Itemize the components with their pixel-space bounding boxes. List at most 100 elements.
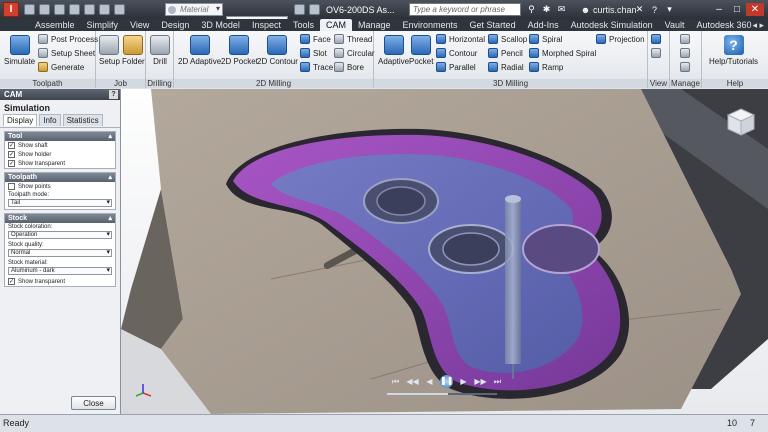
tab-vault[interactable]: Vault xyxy=(659,19,691,31)
view-options-button[interactable] xyxy=(651,48,664,58)
stock-coloration-select[interactable]: Operation xyxy=(8,231,112,239)
projection-button[interactable]: Projection xyxy=(596,34,645,44)
close-icon[interactable]: ✕ xyxy=(746,3,764,16)
tab-get-started[interactable]: Get Started xyxy=(464,19,522,31)
stock-quality-select[interactable]: Normal xyxy=(8,249,112,257)
folder-button[interactable]: Folder xyxy=(122,35,145,66)
bore-button[interactable]: Bore xyxy=(334,62,364,72)
tab-autodesk-360[interactable]: Autodesk 360 xyxy=(691,19,758,31)
pocket-button[interactable]: Pocket xyxy=(409,35,433,66)
view-toggle-button[interactable] xyxy=(651,34,664,44)
toolpath-group-header[interactable]: Toolpath ▴ xyxy=(5,173,115,182)
tab-info[interactable]: Info xyxy=(39,114,61,126)
home-icon[interactable] xyxy=(99,4,110,15)
slot-button[interactable]: Slot xyxy=(300,48,327,58)
next-operation-icon[interactable]: ▶▶ xyxy=(474,376,487,387)
new-file-icon[interactable] xyxy=(24,4,35,15)
material-dropdown[interactable]: Material xyxy=(165,3,223,16)
help-tutorials-button[interactable]: ? Help/Tutorials xyxy=(709,35,758,66)
open-icon[interactable] xyxy=(39,4,50,15)
generate-button[interactable]: Generate xyxy=(38,62,84,72)
horizontal-button[interactable]: Horizontal xyxy=(436,34,485,44)
tab-3d-model[interactable]: 3D Model xyxy=(195,19,246,31)
graphics-viewport[interactable]: ⏮ ◀◀ ◀ ❚❚ ▶ ▶▶ ⏭ xyxy=(121,89,768,414)
2d-adaptive-button[interactable]: 2D Adaptive xyxy=(178,35,221,66)
step-forward-icon[interactable]: ▶ xyxy=(457,376,470,387)
playback-progress-bar[interactable] xyxy=(387,393,497,395)
2d-contour-button[interactable]: 2D Contour xyxy=(257,35,298,66)
post-process-button[interactable]: Post Process xyxy=(38,34,98,44)
tool-group-header[interactable]: Tool ▴ xyxy=(5,132,115,141)
morphed-spiral-button[interactable]: Morphed Spiral xyxy=(529,48,596,58)
minimize-icon[interactable]: – xyxy=(710,3,728,16)
save-icon[interactable] xyxy=(54,4,65,15)
select-icon[interactable] xyxy=(114,4,125,15)
adaptive-button[interactable]: Adaptive xyxy=(378,35,409,66)
viewcube[interactable] xyxy=(726,107,756,137)
manage-button-2[interactable] xyxy=(680,48,693,58)
trace-button[interactable]: Trace xyxy=(300,62,333,72)
skip-start-icon[interactable]: ⏮ xyxy=(389,376,402,387)
close-button[interactable]: Close xyxy=(71,396,116,410)
drill-button[interactable]: Drill xyxy=(150,35,170,66)
tab-display[interactable]: Display xyxy=(3,114,38,126)
tab-view[interactable]: View xyxy=(124,19,155,31)
scallop-button[interactable]: Scallop xyxy=(488,34,527,44)
tab-assemble[interactable]: Assemble xyxy=(29,19,81,31)
maximize-icon[interactable]: □ xyxy=(728,3,746,16)
thread-button[interactable]: Thread xyxy=(334,34,372,44)
ribbon-display-toggle-icon[interactable]: ◂ ▸ xyxy=(752,19,764,31)
tab-environments[interactable]: Environments xyxy=(397,19,464,31)
show-points-checkbox[interactable] xyxy=(8,183,15,190)
tab-autodesk-simulation[interactable]: Autodesk Simulation xyxy=(565,19,659,31)
toolpath-mode-select[interactable]: Tail xyxy=(8,199,112,207)
stock-group-header[interactable]: Stock ▴ xyxy=(5,214,115,223)
tab-statistics[interactable]: Statistics xyxy=(62,114,103,126)
undo-icon[interactable] xyxy=(69,4,80,15)
tab-manage[interactable]: Manage xyxy=(352,19,397,31)
face-button[interactable]: Face xyxy=(300,34,331,44)
search-input[interactable]: Type a keyword or phrase xyxy=(409,3,521,16)
pencil-button[interactable]: Pencil xyxy=(488,48,523,58)
setup-sheet-button[interactable]: Setup Sheet xyxy=(38,48,95,58)
show-transparent-tool-option[interactable]: ✓ Show transparent xyxy=(5,159,115,168)
adjust-icon[interactable] xyxy=(294,4,305,15)
spiral-button[interactable]: Spiral xyxy=(529,34,562,44)
pause-icon[interactable]: ❚❚ xyxy=(440,375,453,388)
tab-simplify[interactable]: Simplify xyxy=(81,19,125,31)
parallel-button[interactable]: Parallel xyxy=(436,62,476,72)
user-account[interactable]: ☻ curtis.chan xyxy=(578,3,637,16)
show-transparent-stock-checkbox[interactable]: ✓ xyxy=(8,278,15,285)
show-holder-option[interactable]: ✓ Show holder xyxy=(5,150,115,159)
show-shaft-checkbox[interactable]: ✓ xyxy=(8,142,15,149)
dropdown-icon[interactable]: ▾ xyxy=(664,4,675,15)
tab-add-ins[interactable]: Add-Ins xyxy=(522,19,565,31)
2d-pocket-button[interactable]: 2D Pocket xyxy=(221,35,258,66)
contour-button[interactable]: Contour xyxy=(436,48,477,58)
previous-operation-icon[interactable]: ◀◀ xyxy=(406,376,419,387)
show-transparent-stock-option[interactable]: ✓ Show transparent xyxy=(5,277,115,286)
show-transparent-tool-checkbox[interactable]: ✓ xyxy=(8,160,15,167)
show-points-option[interactable]: Show points xyxy=(5,182,115,191)
pane-help-icon[interactable]: ? xyxy=(109,90,118,99)
help-icon[interactable]: ? xyxy=(649,4,660,15)
manage-button-3[interactable] xyxy=(680,62,693,72)
show-shaft-option[interactable]: ✓ Show shaft xyxy=(5,141,115,150)
stock-material-select[interactable]: Aluminum - dark xyxy=(8,267,112,275)
tab-tools[interactable]: Tools xyxy=(287,19,320,31)
redo-icon[interactable] xyxy=(84,4,95,15)
exchange-icon[interactable]: ✕ xyxy=(634,4,645,15)
radial-button[interactable]: Radial xyxy=(488,62,524,72)
subscription-icon[interactable]: ✱ xyxy=(541,4,552,15)
setup-button[interactable]: Setup xyxy=(99,35,120,66)
tab-cam[interactable]: CAM xyxy=(319,19,352,31)
manage-button-1[interactable] xyxy=(680,34,693,44)
show-holder-checkbox[interactable]: ✓ xyxy=(8,151,15,158)
tab-inspect[interactable]: Inspect xyxy=(246,19,287,31)
search-icon[interactable]: ⚲ xyxy=(526,4,537,15)
application-menu-button[interactable]: I xyxy=(3,2,19,17)
step-back-icon[interactable]: ◀ xyxy=(423,376,436,387)
measure-icon[interactable] xyxy=(309,4,320,15)
simulate-button[interactable]: Simulate xyxy=(4,35,35,66)
ramp-button[interactable]: Ramp xyxy=(529,62,563,72)
